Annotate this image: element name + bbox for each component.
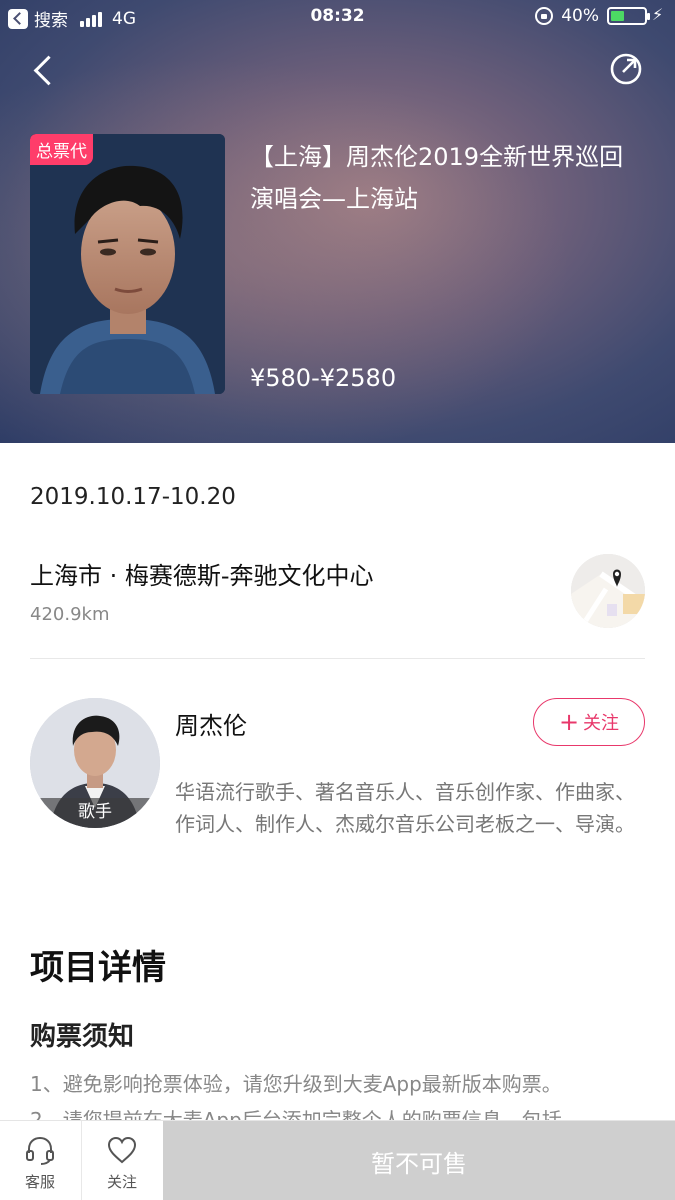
buy-ticket-button[interactable]: 暂不可售	[163, 1121, 675, 1200]
artist-description: 华语流行歌手、著名音乐人、音乐创作家、作曲家、作词人、制作人、杰威尔音乐公司老板…	[175, 780, 635, 836]
status-right: 40%	[535, 5, 665, 26]
charging-icon	[652, 5, 665, 25]
notice-item: 1、避免影响抢票体验，请您升级到大麦App最新版本购票。	[30, 1072, 562, 1096]
event-date: 2019.10.17-10.20	[30, 484, 236, 510]
event-poster[interactable]: 总票代	[30, 134, 225, 394]
customer-service-button[interactable]: 客服	[0, 1121, 80, 1200]
artist-avatar[interactable]: 歌手	[30, 698, 160, 828]
plus-icon: +	[558, 708, 580, 736]
follow-event-label: 关注	[106, 1173, 137, 1191]
bottom-action-bar: 客服 关注 暂不可售	[0, 1120, 675, 1200]
section-title-details: 项目详情	[30, 948, 166, 988]
ticket-agent-badge: 总票代	[30, 134, 93, 165]
battery-fill	[611, 11, 624, 21]
follow-label: 关注	[583, 713, 620, 734]
map-icon[interactable]	[571, 554, 645, 628]
event-title: 【上海】周杰伦2019全新世界巡回演唱会—上海站	[250, 143, 624, 213]
follow-event-button[interactable]: 关注	[82, 1121, 162, 1200]
artist-portrait-image	[30, 134, 225, 394]
follow-artist-button[interactable]: + 关注	[533, 698, 645, 746]
rotation-lock-icon	[535, 7, 554, 25]
artist-name[interactable]: 周杰伦	[175, 706, 247, 741]
notice-title: 购票须知	[30, 1022, 135, 1052]
battery-icon	[607, 7, 650, 25]
heart-icon	[107, 1136, 137, 1164]
venue-distance: 420.9km	[30, 604, 110, 625]
artist-role-label: 歌手	[30, 798, 160, 828]
venue-name[interactable]: 上海市 · 梅赛德斯-奔驰文化中心	[30, 556, 374, 591]
status-bar: 搜索 4G 08:32 40%	[0, 0, 675, 34]
divider	[30, 658, 645, 659]
back-icon[interactable]	[30, 52, 60, 88]
customer-service-label: 客服	[24, 1173, 55, 1191]
headset-icon	[26, 1136, 54, 1165]
share-icon[interactable]	[609, 52, 643, 86]
price-range: ¥580-¥2580	[250, 364, 397, 392]
battery-percent: 40%	[561, 6, 599, 26]
